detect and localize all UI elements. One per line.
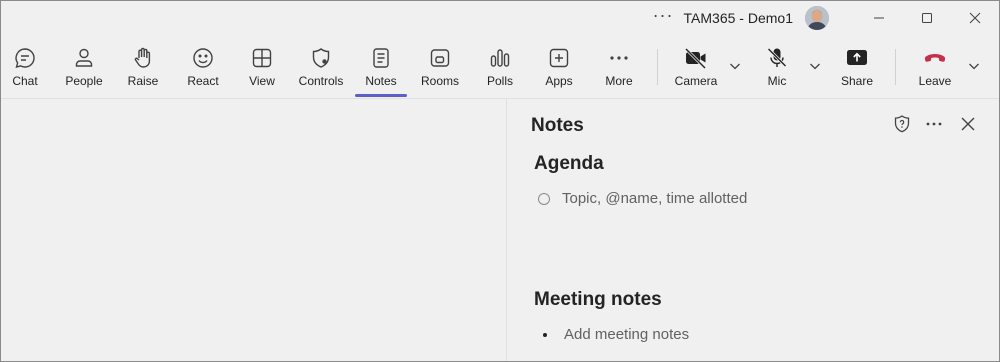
rooms-label: Rooms bbox=[420, 74, 459, 88]
agenda-heading: Agenda bbox=[534, 153, 604, 174]
close-window-button[interactable] bbox=[951, 1, 999, 35]
view-button[interactable]: View bbox=[232, 35, 292, 99]
meeting-stage bbox=[1, 99, 506, 361]
more-button[interactable]: More bbox=[589, 35, 649, 99]
help-shield-button[interactable] bbox=[891, 113, 913, 135]
apps-icon bbox=[547, 45, 571, 71]
camera-off-icon bbox=[683, 45, 709, 71]
mic-off-icon bbox=[765, 45, 789, 71]
react-label: React bbox=[187, 74, 219, 88]
chat-button[interactable]: Chat bbox=[1, 35, 55, 99]
more-options-icon bbox=[926, 122, 942, 126]
rooms-icon bbox=[428, 45, 452, 71]
people-icon bbox=[72, 45, 96, 71]
agenda-placeholder: Topic, @name, time allotted bbox=[562, 190, 748, 207]
react-emoji-icon bbox=[191, 45, 215, 71]
close-notes-button[interactable] bbox=[957, 113, 979, 135]
mic-label: Mic bbox=[767, 74, 787, 88]
chat-label: Chat bbox=[12, 74, 38, 88]
close-icon bbox=[969, 12, 981, 24]
chat-icon bbox=[13, 45, 37, 71]
meeting-toolbar: Chat People Raise React View Controls No… bbox=[1, 35, 999, 99]
apps-button[interactable]: Apps bbox=[529, 35, 589, 99]
view-label: View bbox=[249, 74, 275, 88]
maximize-icon bbox=[922, 13, 932, 23]
teams-meeting-window: ··· TAM365 - Demo1 Chat People Raise Rea… bbox=[0, 0, 1000, 362]
controls-button[interactable]: Controls bbox=[291, 35, 351, 99]
share-button[interactable]: Share bbox=[827, 35, 887, 99]
react-button[interactable]: React bbox=[173, 35, 233, 99]
minimize-icon bbox=[874, 17, 884, 19]
notes-more-options-button[interactable] bbox=[923, 113, 945, 135]
more-label: More bbox=[605, 74, 633, 88]
leave-options-chevron-icon[interactable] bbox=[967, 59, 981, 73]
maximize-button[interactable] bbox=[903, 1, 951, 35]
share-icon bbox=[845, 45, 869, 71]
notes-icon bbox=[369, 45, 393, 71]
controls-label: Controls bbox=[298, 74, 344, 88]
bullet-icon bbox=[543, 332, 547, 337]
polls-label: Polls bbox=[486, 74, 513, 88]
more-options-icon[interactable]: ··· bbox=[653, 6, 674, 24]
agenda-item-input[interactable]: Topic, @name, time allotted bbox=[538, 190, 747, 207]
meeting-notes-placeholder: Add meeting notes bbox=[564, 326, 690, 343]
controls-shield-icon bbox=[309, 45, 333, 71]
help-shield-icon bbox=[894, 115, 910, 133]
meeting-notes-heading: Meeting notes bbox=[534, 289, 662, 310]
more-icon bbox=[607, 45, 631, 71]
title-bar: ··· TAM365 - Demo1 bbox=[1, 1, 999, 35]
people-button[interactable]: People bbox=[54, 35, 114, 99]
raise-label: Raise bbox=[127, 74, 159, 88]
polls-button[interactable]: Polls bbox=[470, 35, 530, 99]
raise-hand-icon bbox=[131, 45, 155, 71]
leave-label: Leave bbox=[918, 74, 952, 88]
apps-label: Apps bbox=[545, 74, 573, 88]
toolbar-divider bbox=[895, 49, 896, 85]
leave-button[interactable]: Leave bbox=[905, 35, 965, 99]
notes-label: Notes bbox=[365, 74, 397, 88]
close-icon bbox=[961, 117, 975, 131]
notes-panel-title: Notes bbox=[531, 115, 584, 136]
raise-button[interactable]: Raise bbox=[113, 35, 173, 99]
share-label: Share bbox=[840, 74, 874, 88]
camera-button[interactable]: Camera bbox=[666, 35, 726, 99]
agenda-item-radio[interactable] bbox=[538, 192, 550, 205]
notes-panel: Notes Agenda Topic, @name, time allotted… bbox=[506, 99, 999, 361]
window-title: TAM365 - Demo1 bbox=[683, 10, 793, 26]
polls-icon bbox=[488, 45, 512, 71]
camera-options-chevron-icon[interactable] bbox=[728, 59, 742, 73]
camera-label: Camera bbox=[674, 74, 718, 88]
view-grid-icon bbox=[250, 45, 274, 71]
meeting-notes-input[interactable]: Add meeting notes bbox=[538, 326, 689, 343]
minimize-button[interactable] bbox=[855, 1, 903, 35]
toolbar-divider bbox=[657, 49, 658, 85]
notes-button[interactable]: Notes bbox=[351, 35, 411, 99]
leave-phone-icon bbox=[922, 45, 948, 71]
avatar[interactable] bbox=[805, 6, 829, 30]
mic-options-chevron-icon[interactable] bbox=[808, 59, 822, 73]
mic-button[interactable]: Mic bbox=[747, 35, 807, 99]
people-label: People bbox=[65, 74, 103, 88]
rooms-button[interactable]: Rooms bbox=[410, 35, 470, 99]
